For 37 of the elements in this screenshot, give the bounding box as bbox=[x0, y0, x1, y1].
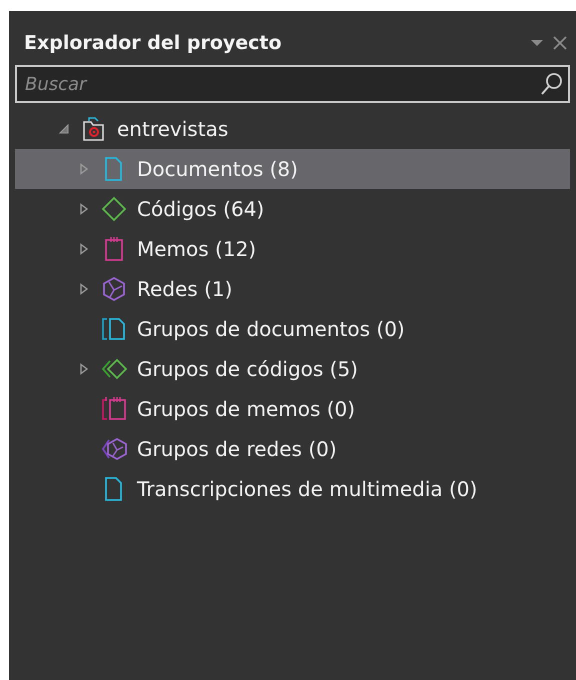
tree-item-label: Códigos (64) bbox=[137, 197, 264, 221]
tree-item-label: Transcripciones de multimedia (0) bbox=[137, 477, 478, 501]
tree-row[interactable]: Grupos de códigos (5) bbox=[15, 349, 570, 389]
folder-icon bbox=[81, 116, 107, 142]
tree-item-label: entrevistas bbox=[117, 117, 228, 141]
tree-row[interactable]: Redes (1) bbox=[15, 269, 570, 309]
expand-icon[interactable] bbox=[79, 243, 89, 255]
search-icon[interactable] bbox=[540, 71, 564, 97]
hexagon-icon bbox=[101, 276, 127, 302]
tree-item-label: Memos (12) bbox=[137, 237, 256, 261]
expand-icon[interactable] bbox=[79, 283, 89, 295]
document-group-icon bbox=[101, 316, 127, 342]
tree-row[interactable]: Grupos de documentos (0) bbox=[15, 309, 570, 349]
tree-item-label: Grupos de códigos (5) bbox=[137, 357, 358, 381]
diamond-group-icon bbox=[101, 356, 127, 382]
expand-icon[interactable] bbox=[79, 363, 89, 375]
tree-row[interactable]: Grupos de memos (0) bbox=[15, 389, 570, 429]
tree-item-label: Grupos de memos (0) bbox=[137, 397, 356, 421]
tree-row[interactable]: Grupos de redes (0) bbox=[15, 429, 570, 469]
dropdown-icon[interactable] bbox=[530, 38, 544, 48]
tree-row[interactable]: Memos (12) bbox=[15, 229, 570, 269]
tree-row[interactable]: Documentos (8) bbox=[15, 149, 570, 189]
collapse-icon[interactable] bbox=[59, 123, 69, 135]
tree-item-label: Grupos de documentos (0) bbox=[137, 317, 405, 341]
panel-title: Explorador del proyecto bbox=[24, 32, 282, 54]
tree-row[interactable]: entrevistas bbox=[15, 109, 570, 149]
tree-item-label: Redes (1) bbox=[137, 277, 232, 301]
search-field[interactable]: Buscar bbox=[15, 65, 570, 103]
tree-row[interactable]: Códigos (64) bbox=[15, 189, 570, 229]
tree-item-label: Documentos (8) bbox=[137, 157, 298, 181]
tree-item-label: Grupos de redes (0) bbox=[137, 437, 337, 461]
hexagon-group-icon bbox=[101, 436, 127, 462]
expand-icon[interactable] bbox=[79, 203, 89, 215]
tree-row[interactable]: Transcripciones de multimedia (0) bbox=[15, 469, 570, 509]
diamond-icon bbox=[101, 196, 127, 222]
close-icon[interactable] bbox=[552, 35, 568, 51]
memo-group-icon bbox=[101, 396, 127, 422]
